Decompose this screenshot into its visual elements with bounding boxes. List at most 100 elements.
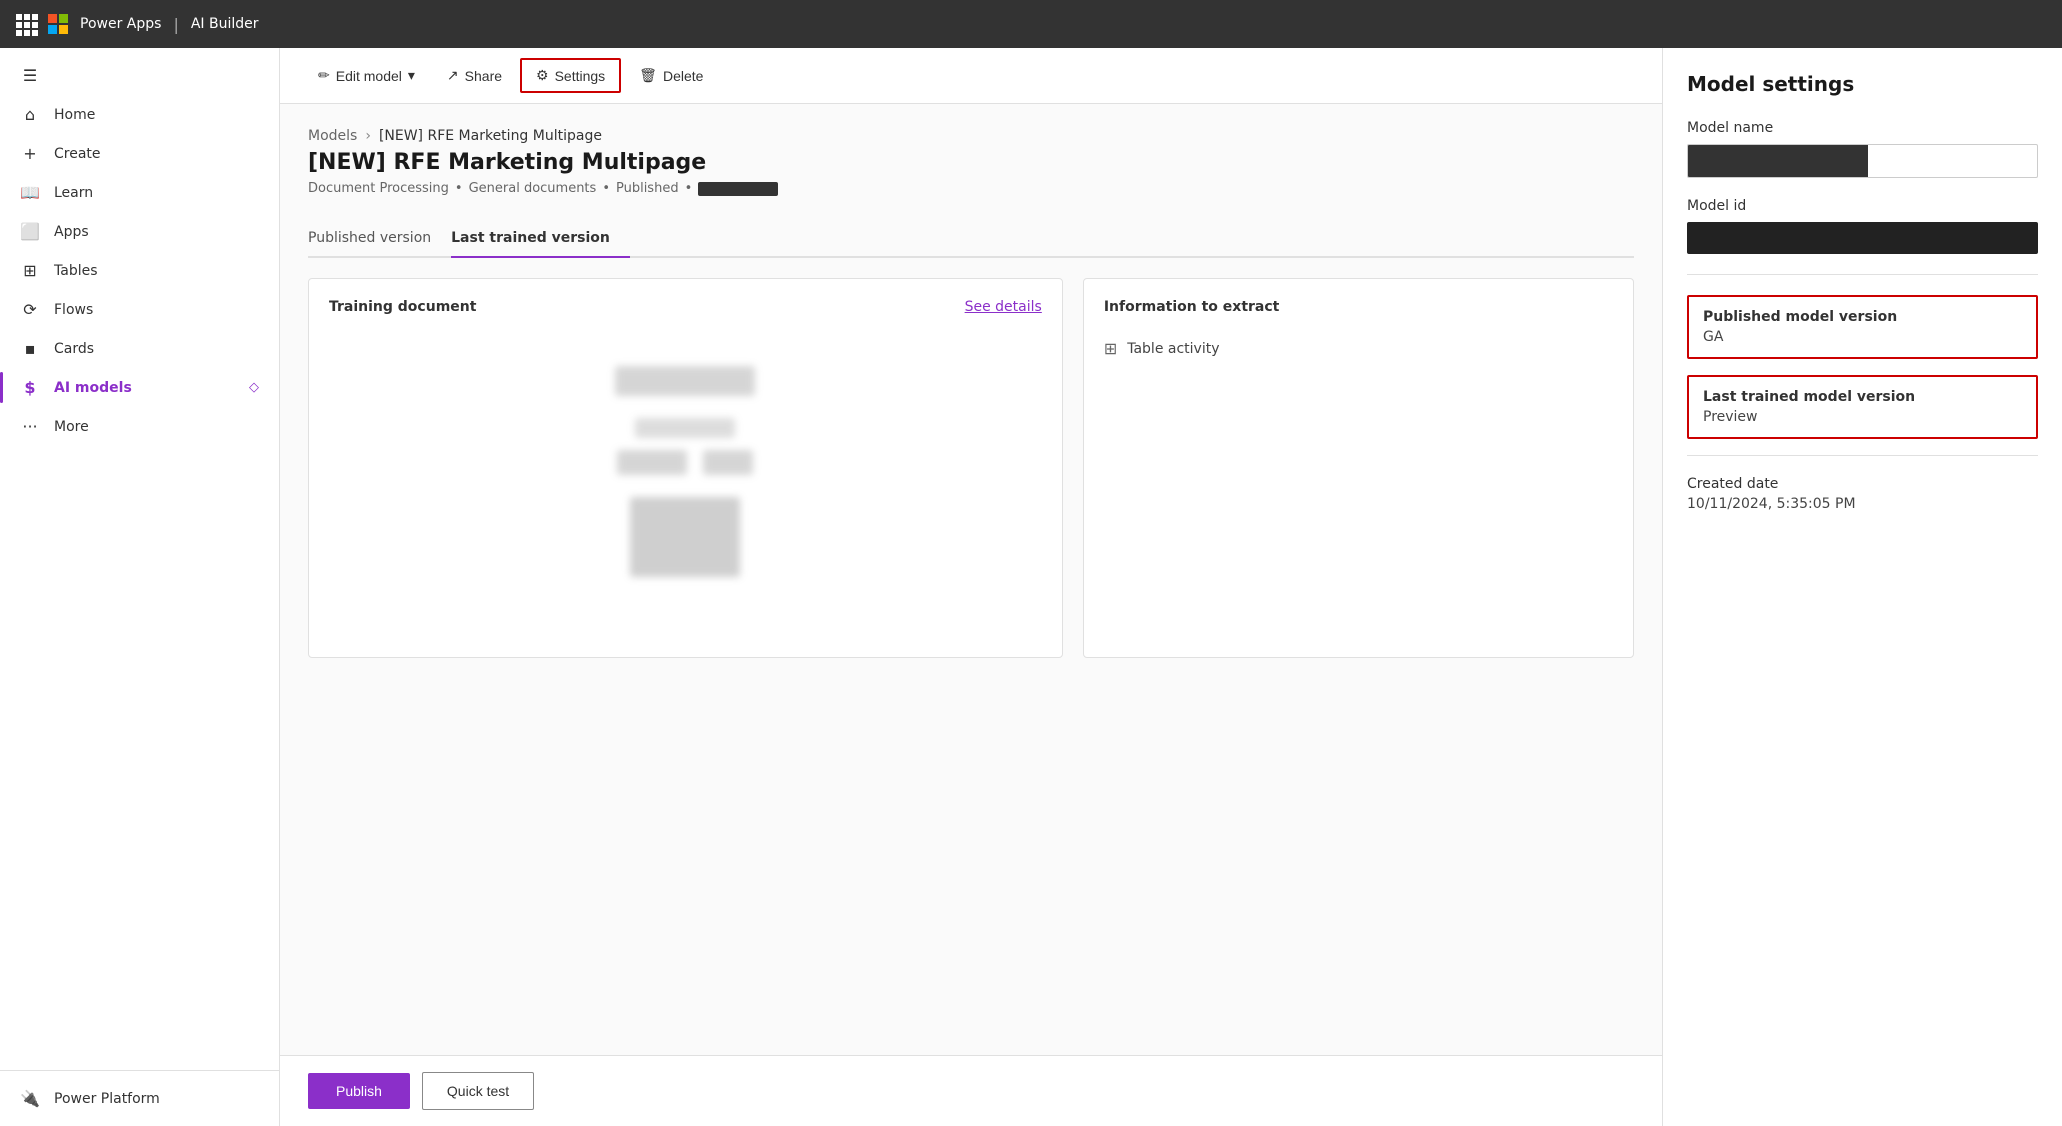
table-activity-label: Table activity xyxy=(1127,341,1219,357)
toolbar: ✏ Edit model ▾ ↗ Share ⚙ Settings 🗑 Dele… xyxy=(280,48,1662,104)
sidebar-item-power-platform[interactable]: 🔌 Power Platform xyxy=(0,1079,279,1118)
learn-icon: 📖 xyxy=(20,183,40,202)
create-icon: + xyxy=(20,144,40,163)
sidebar-item-more[interactable]: ··· More xyxy=(0,407,279,446)
apps-icon: ⬜ xyxy=(20,222,40,241)
model-name-input[interactable] xyxy=(1687,144,2038,178)
breadcrumb-parent[interactable]: Models xyxy=(308,128,357,144)
topbar: Power Apps | AI Builder xyxy=(0,0,2062,48)
model-id-value xyxy=(1687,222,2038,254)
info-item-table-activity: ⊞ Table activity xyxy=(1104,331,1613,366)
settings-divider-1 xyxy=(1687,274,2038,275)
quick-test-button[interactable]: Quick test xyxy=(422,1072,534,1110)
training-card-header: Training document See details xyxy=(329,299,1042,315)
sidebar-bottom: 🔌 Power Platform xyxy=(0,1070,279,1118)
sidebar-item-tables[interactable]: ⊞ Tables xyxy=(0,251,279,290)
share-label: Share xyxy=(465,68,502,84)
brand-label: Power Apps xyxy=(80,16,161,32)
delete-label: Delete xyxy=(663,68,703,84)
share-button[interactable]: ↗ Share xyxy=(433,60,516,91)
sidebar-item-cards[interactable]: ▪ Cards xyxy=(0,329,279,368)
main-area: ✏ Edit model ▾ ↗ Share ⚙ Settings 🗑 Dele… xyxy=(280,48,1662,1126)
published-model-version-box: Published model version GA xyxy=(1687,295,2038,359)
action-bar: Publish Quick test xyxy=(280,1055,1662,1126)
settings-panel: Model settings Model name Model id Publi… xyxy=(1662,48,2062,1126)
page-title: [NEW] RFE Marketing Multipage xyxy=(308,150,1634,175)
sidebar-item-flows[interactable]: ⟳ Flows xyxy=(0,290,279,329)
tab-published-version[interactable]: Published version xyxy=(308,220,451,258)
model-name-label: Model name xyxy=(1687,120,2038,136)
information-extract-card: Information to extract ⊞ Table activity xyxy=(1083,278,1634,658)
page-meta: Document Processing • General documents … xyxy=(308,181,1634,196)
settings-panel-title: Model settings xyxy=(1687,72,2038,96)
tabs: Published version Last trained version xyxy=(308,220,1634,258)
edit-icon: ✏ xyxy=(318,67,330,84)
brand-separator: | xyxy=(173,15,178,34)
sidebar-item-apps[interactable]: ⬜ Apps xyxy=(0,212,279,251)
breadcrumb: Models › [NEW] RFE Marketing Multipage xyxy=(308,128,1634,144)
doc-blur-element-2 xyxy=(703,450,753,475)
model-name-field: Model name xyxy=(1687,120,2038,178)
pin-icon: ◇ xyxy=(249,380,259,395)
publish-button[interactable]: Publish xyxy=(308,1073,410,1109)
model-name-empty-portion xyxy=(1868,145,2037,177)
sidebar-item-flows-label: Flows xyxy=(54,302,93,318)
sidebar-item-ai-models-label: AI models xyxy=(54,380,132,396)
edit-model-label: Edit model xyxy=(336,68,402,84)
share-icon: ↗ xyxy=(447,67,459,84)
product-label: AI Builder xyxy=(191,16,259,32)
last-trained-model-version-box: Last trained model version Preview xyxy=(1687,375,2038,439)
sidebar-item-home[interactable]: ⌂ Home xyxy=(0,95,279,134)
tab-last-trained-version[interactable]: Last trained version xyxy=(451,220,630,258)
table-icon: ⊞ xyxy=(1104,339,1117,358)
sidebar-item-learn[interactable]: 📖 Learn xyxy=(0,173,279,212)
training-card-title: Training document xyxy=(329,299,476,315)
training-document-card: Training document See details xyxy=(308,278,1063,658)
home-icon: ⌂ xyxy=(20,105,40,124)
meta-status: Published xyxy=(616,181,679,196)
more-icon: ··· xyxy=(20,417,40,436)
hamburger-icon: ☰ xyxy=(20,66,40,85)
sidebar: ☰ ⌂ Home + Create 📖 Learn ⬜ Apps ⊞ Table… xyxy=(0,48,280,1126)
tables-icon: ⊞ xyxy=(20,261,40,280)
delete-button[interactable]: 🗑 Delete xyxy=(625,60,717,91)
model-id-field: Model id xyxy=(1687,198,2038,254)
document-preview xyxy=(329,331,1042,611)
created-date-label: Created date xyxy=(1687,476,2038,492)
breadcrumb-current: [NEW] RFE Marketing Multipage xyxy=(379,128,602,144)
meta-sep3: • xyxy=(685,181,693,196)
waffle-icon[interactable] xyxy=(16,14,36,34)
model-id-label: Model id xyxy=(1687,198,2038,214)
info-card-header: Information to extract xyxy=(1104,299,1613,315)
last-trained-model-version-value: Preview xyxy=(1703,409,2022,425)
edit-chevron-icon: ▾ xyxy=(408,67,415,84)
published-model-version-value: GA xyxy=(1703,329,2022,345)
settings-divider-2 xyxy=(1687,455,2038,456)
sidebar-item-ai-models[interactable]: $ AI models ◇ xyxy=(0,368,279,407)
see-details-link[interactable]: See details xyxy=(965,299,1042,315)
doc-blur-block xyxy=(630,497,740,577)
meta-sep2: • xyxy=(602,181,610,196)
meta-type: Document Processing xyxy=(308,181,449,196)
sidebar-item-power-platform-label: Power Platform xyxy=(54,1091,160,1107)
doc-blur-element-1 xyxy=(617,450,687,475)
sidebar-hamburger[interactable]: ☰ xyxy=(0,56,279,95)
sidebar-item-create[interactable]: + Create xyxy=(0,134,279,173)
meta-redacted-value xyxy=(698,182,778,196)
edit-model-button[interactable]: ✏ Edit model ▾ xyxy=(304,60,429,91)
last-trained-model-version-label: Last trained model version xyxy=(1703,389,2022,405)
power-platform-icon: 🔌 xyxy=(20,1089,40,1108)
created-date-field: Created date 10/11/2024, 5:35:05 PM xyxy=(1687,476,2038,512)
sidebar-item-learn-label: Learn xyxy=(54,185,93,201)
flows-icon: ⟳ xyxy=(20,300,40,319)
sidebar-item-home-label: Home xyxy=(54,107,95,123)
doc-blur-row-1 xyxy=(615,366,755,396)
sidebar-item-apps-label: Apps xyxy=(54,224,89,240)
microsoft-logo xyxy=(48,14,68,34)
cards-row: Training document See details xyxy=(308,278,1634,658)
created-date-value: 10/11/2024, 5:35:05 PM xyxy=(1687,496,2038,512)
cards-icon: ▪ xyxy=(20,339,40,358)
page-content: Models › [NEW] RFE Marketing Multipage [… xyxy=(280,104,1662,1055)
sidebar-item-create-label: Create xyxy=(54,146,101,162)
settings-button[interactable]: ⚙ Settings xyxy=(520,58,621,93)
